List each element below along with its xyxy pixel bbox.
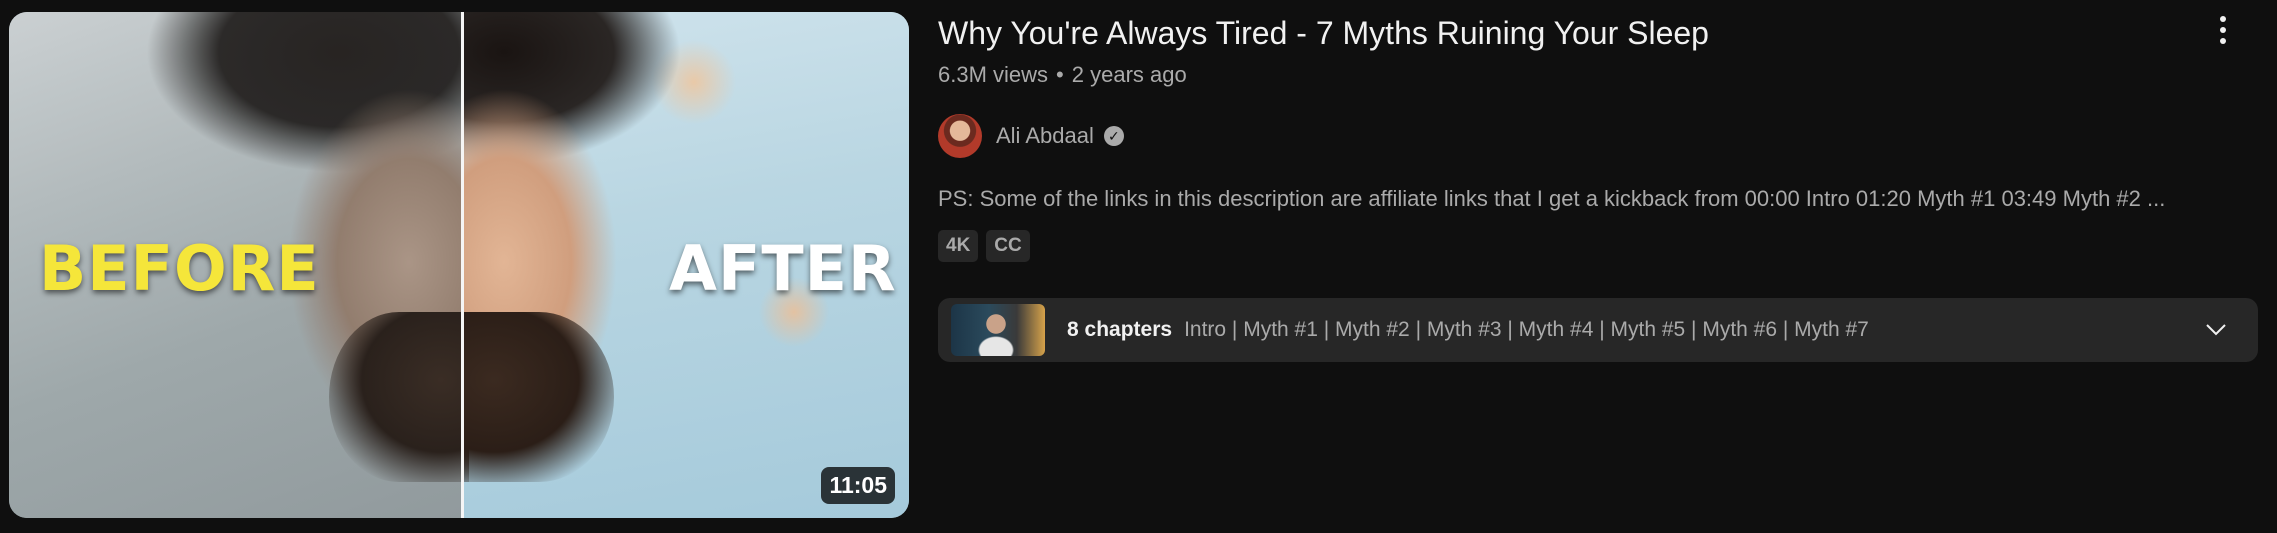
more-actions-button[interactable] xyxy=(2205,12,2241,48)
view-count: 6.3M views xyxy=(938,62,1049,87)
badge-row: 4K CC xyxy=(938,230,1030,262)
chevron-down-icon[interactable] xyxy=(2204,318,2228,342)
thumbnail-face-shade-left xyxy=(329,312,469,482)
chapter-thumbnail xyxy=(951,304,1045,356)
video-thumbnail[interactable]: BEFORE AFTER 11:05 xyxy=(9,12,909,518)
thumbnail-after-text: AFTER xyxy=(669,232,897,305)
video-result: BEFORE AFTER 11:05 Why You're Always Tir… xyxy=(0,0,2277,533)
video-description-snippet: PS: Some of the links in this descriptio… xyxy=(938,186,2166,211)
thumbnail-divider xyxy=(461,12,464,518)
video-title[interactable]: Why You're Always Tired - 7 Myths Ruinin… xyxy=(938,15,1709,52)
publish-date: 2 years ago xyxy=(1071,62,1187,87)
badge-cc: CC xyxy=(986,230,1030,262)
more-vert-icon-dot xyxy=(2220,27,2226,33)
verified-check-icon: ✓ xyxy=(1103,126,1124,146)
thumbnail-face-shade-right xyxy=(464,312,614,482)
thumbnail-before-text: BEFORE xyxy=(39,232,320,305)
more-vert-icon-dot xyxy=(2220,38,2226,44)
more-vert-icon xyxy=(2220,16,2226,22)
chapter-list: Intro | Myth #1 | Myth #2 | Myth #3 | My… xyxy=(1184,318,1869,341)
video-metadata: 6.3M views • 2 years ago xyxy=(938,62,1187,88)
channel-avatar[interactable] xyxy=(938,114,982,158)
duration-badge: 11:05 xyxy=(821,467,895,504)
channel-link[interactable]: Ali Abdaal ✓ xyxy=(938,114,1124,158)
badge-4k: 4K xyxy=(938,230,979,262)
chapter-count: 8 chapters xyxy=(1067,318,1173,341)
chapters-panel[interactable]: 8 chapters Intro | Myth #1 | Myth #2 | M… xyxy=(938,298,2258,362)
channel-name[interactable]: Ali Abdaal xyxy=(996,123,1094,149)
meta-separator: • xyxy=(1056,62,1064,87)
